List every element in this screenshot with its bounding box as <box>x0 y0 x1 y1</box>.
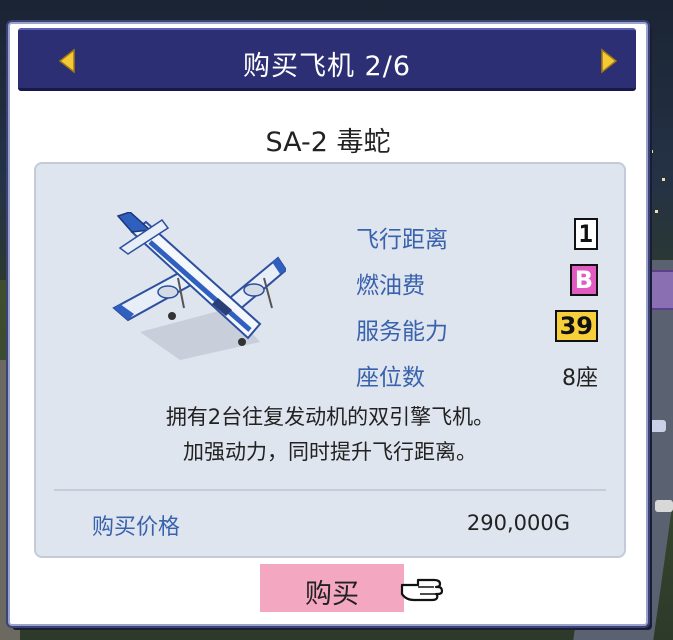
airplane-icon <box>112 212 286 360</box>
price-value: 290,000G <box>466 511 570 535</box>
plane-description: 拥有2台往复发动机的双引擎飞机。 加强动力，同时提升飞行距离。 <box>36 400 624 470</box>
buy-plane-dialog: 购买飞机 2/6 SA-2 毒蛇 飞行距离 1 燃油费 B 服务能力 39 座位… <box>8 22 648 626</box>
stat-value-fuel-cost: B <box>569 264 598 296</box>
stat-value-seats: 8座 <box>562 366 598 391</box>
runway-light <box>662 178 665 181</box>
buy-button[interactable]: 购买 <box>260 564 404 612</box>
stat-value-service: 39 <box>554 310 598 342</box>
price-label: 购买价格 <box>92 515 181 540</box>
runway-light <box>650 150 653 153</box>
description-line: 拥有2台往复发动机的双引擎飞机。 <box>165 405 495 429</box>
description-line: 加强动力，同时提升飞行距离。 <box>183 440 477 464</box>
next-plane-button[interactable] <box>594 46 624 76</box>
arrow-right-icon <box>601 48 618 74</box>
stat-label-service: 服务能力 <box>356 319 448 345</box>
stat-label-fuel-cost: 燃油费 <box>356 273 425 299</box>
parked-car <box>648 420 666 432</box>
divider <box>54 489 606 491</box>
stat-value-range: 1 <box>573 218 598 250</box>
title-bar: 购买飞机 2/6 <box>18 28 636 91</box>
plane-name: SA-2 毒蛇 <box>265 127 391 158</box>
hand-pointer-icon <box>400 578 444 602</box>
buy-button-label: 购买 <box>305 579 359 610</box>
stat-label-range: 飞行距离 <box>356 227 448 253</box>
plane-info-panel: 飞行距离 1 燃油费 B 服务能力 39 座位数 8座 拥有2台往复发动机的双引… <box>34 162 626 558</box>
dialog-title: 购买飞机 2/6 <box>242 51 412 82</box>
runway-light <box>655 210 658 213</box>
parked-car <box>655 500 673 512</box>
stat-label-seats: 座位数 <box>356 365 425 391</box>
